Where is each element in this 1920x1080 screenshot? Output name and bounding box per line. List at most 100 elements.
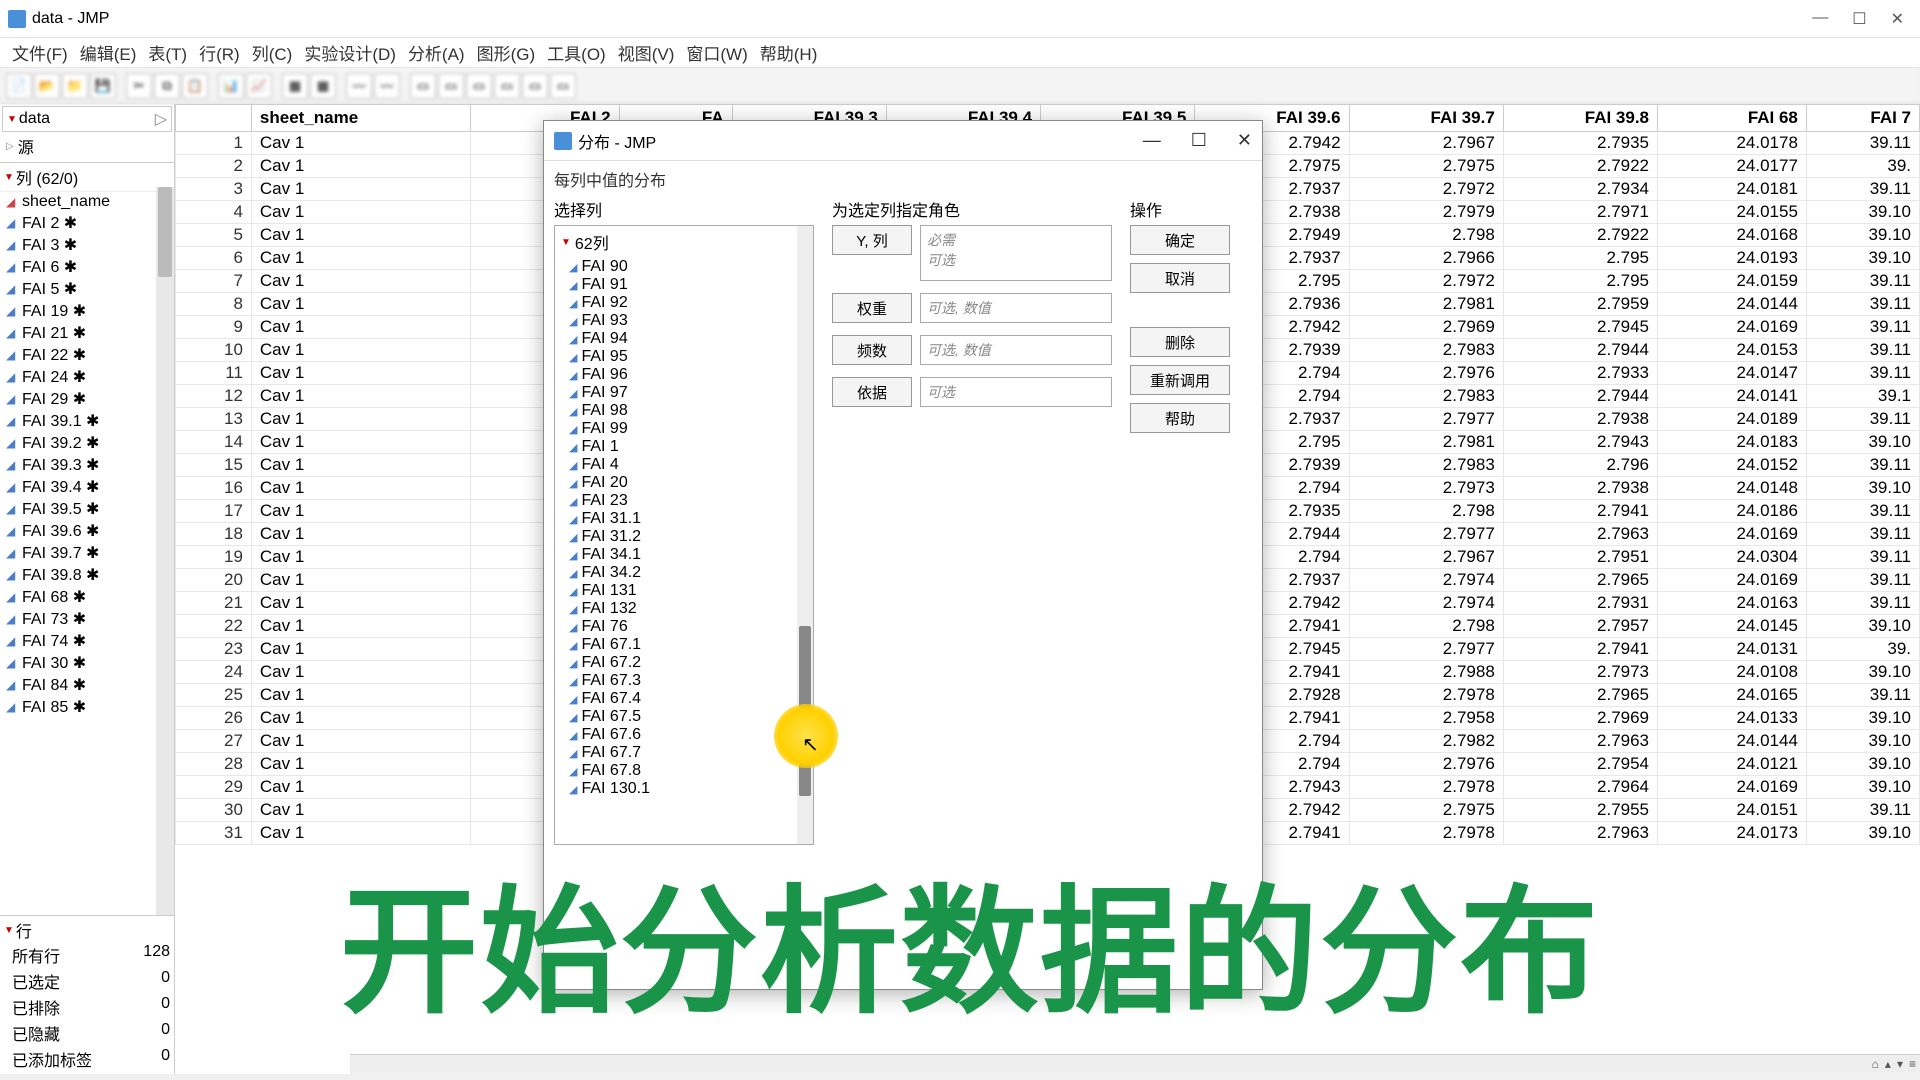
grid-cell[interactable]: 25 [176, 684, 252, 707]
grid-cell[interactable]: 2.7972 [1349, 270, 1503, 293]
grid-cell[interactable]: 2.7972 [1349, 178, 1503, 201]
grid-cell[interactable]: Cav 1 [251, 822, 470, 845]
toolbar-paste-icon[interactable]: 📋 [182, 73, 208, 99]
grid-cell[interactable]: Cav 1 [251, 638, 470, 661]
grid-cell[interactable]: 39.11 [1806, 523, 1919, 546]
grid-cell[interactable]: 24.0108 [1658, 661, 1807, 684]
grid-cell[interactable]: 2.7941 [1503, 638, 1657, 661]
grid-cell[interactable]: Cav 1 [251, 339, 470, 362]
grid-cell[interactable]: 2.7922 [1503, 155, 1657, 178]
sidebar-col-item[interactable]: ◢FAI 19 ✱ [0, 300, 174, 322]
sidebar-col-item[interactable]: ◢FAI 6 ✱ [0, 256, 174, 278]
menu-graph[interactable]: 图形(G) [473, 38, 540, 67]
toolbar-copy-icon[interactable]: ⧉ [154, 73, 180, 99]
scroll-home-icon[interactable]: ⌂ [1872, 1057, 1879, 1071]
grid-cell[interactable]: 39. [1806, 638, 1919, 661]
grid-cell[interactable]: 39.11 [1806, 569, 1919, 592]
sidebar-source[interactable]: ▷ 源 [2, 132, 172, 160]
sidebar-col-item[interactable]: ◢FAI 39.7 ✱ [0, 542, 174, 564]
listbox-item[interactable]: ◢FAI 31.2 [569, 528, 813, 546]
grid-cell[interactable]: 39.10 [1806, 707, 1919, 730]
sidebar-col-item[interactable]: ◢FAI 2 ✱ [0, 212, 174, 234]
grid-cell[interactable]: Cav 1 [251, 569, 470, 592]
sidebar-col-item[interactable]: ◢FAI 29 ✱ [0, 388, 174, 410]
grid-cell[interactable]: 39.10 [1806, 615, 1919, 638]
grid-cell[interactable]: 2.7975 [1349, 799, 1503, 822]
action-button[interactable]: 重新调用 [1130, 365, 1230, 395]
grid-cell[interactable]: 24.0189 [1658, 408, 1807, 431]
grid-cell[interactable]: 39.11 [1806, 500, 1919, 523]
menu-window[interactable]: 窗口(W) [682, 38, 751, 67]
grid-cell[interactable]: 2.7957 [1503, 615, 1657, 638]
grid-cell[interactable]: 2.7935 [1503, 132, 1657, 155]
toolbar-fit-icon[interactable]: 📈 [246, 73, 272, 99]
grid-cell[interactable]: 39. [1806, 155, 1919, 178]
menu-row[interactable]: 行(R) [195, 38, 244, 67]
grid-cell[interactable]: 19 [176, 546, 252, 569]
grid-cell[interactable]: 24.0151 [1658, 799, 1807, 822]
grid-cell[interactable]: 2.7969 [1503, 707, 1657, 730]
grid-cell[interactable]: 2.798 [1349, 224, 1503, 247]
grid-cell[interactable]: 28 [176, 753, 252, 776]
grid-cell[interactable]: 39.11 [1806, 316, 1919, 339]
grid-cell[interactable]: 39.10 [1806, 753, 1919, 776]
grid-cell[interactable]: 6 [176, 247, 252, 270]
dialog-maximize-button[interactable]: ☐ [1191, 130, 1207, 151]
grid-cell[interactable]: 2 [176, 155, 252, 178]
grid-cell[interactable]: 2.7983 [1349, 339, 1503, 362]
grid-cell[interactable]: 39.11 [1806, 132, 1919, 155]
toolbar-cut-icon[interactable]: ✂ [126, 73, 152, 99]
listbox-item[interactable]: ◢FAI 98 [569, 402, 813, 420]
grid-cell[interactable]: 2.7944 [1503, 385, 1657, 408]
listbox-item[interactable]: ◢FAI 93 [569, 312, 813, 330]
grid-cell[interactable]: 13 [176, 408, 252, 431]
toolbar-new-icon[interactable]: 📄 [6, 73, 32, 99]
grid-cell[interactable]: 24.0193 [1658, 247, 1807, 270]
grid-cell[interactable]: 39.11 [1806, 339, 1919, 362]
grid-cell[interactable]: Cav 1 [251, 293, 470, 316]
grid-cell[interactable]: 2.7933 [1503, 362, 1657, 385]
grid-cell[interactable]: 2.7973 [1503, 661, 1657, 684]
grid-cell[interactable]: 24.0121 [1658, 753, 1807, 776]
grid-cell[interactable]: Cav 1 [251, 730, 470, 753]
grid-cell[interactable]: Cav 1 [251, 201, 470, 224]
grid-cell[interactable]: 15 [176, 454, 252, 477]
grid-cell[interactable]: 2.7965 [1503, 684, 1657, 707]
grid-cell[interactable]: 3 [176, 178, 252, 201]
grid-cell[interactable]: 21 [176, 592, 252, 615]
grid-cell[interactable]: Cav 1 [251, 500, 470, 523]
grid-cell[interactable]: 22 [176, 615, 252, 638]
close-button[interactable]: ✕ [1891, 9, 1904, 29]
grid-cell[interactable]: 4 [176, 201, 252, 224]
action-button[interactable]: 取消 [1130, 263, 1230, 293]
grid-cell[interactable]: 24.0183 [1658, 431, 1807, 454]
grid-cell[interactable]: 29 [176, 776, 252, 799]
listbox-item[interactable]: ◢FAI 67.4 [569, 690, 813, 708]
sidebar-col-item[interactable]: ◢FAI 5 ✱ [0, 278, 174, 300]
menu-doe[interactable]: 实验设计(D) [300, 38, 400, 67]
sidebar-col-item[interactable]: ◢FAI 22 ✱ [0, 344, 174, 366]
grid-cell[interactable]: 2.7966 [1349, 247, 1503, 270]
toolbar-ex5-icon[interactable]: ▭ [522, 73, 548, 99]
grid-cell[interactable]: 2.7963 [1503, 730, 1657, 753]
sidebar-rows-header[interactable]: ▼ 行 [4, 918, 170, 942]
dialog-minimize-button[interactable]: — [1143, 130, 1161, 151]
grid-cell[interactable]: 2.7976 [1349, 362, 1503, 385]
sidebar-col-item[interactable]: ◢FAI 84 ✱ [0, 674, 174, 696]
toolbar-ex3-icon[interactable]: ▭ [466, 73, 492, 99]
grid-cell[interactable]: 2.7971 [1503, 201, 1657, 224]
toolbar-chart2-icon[interactable]: 〰 [374, 73, 400, 99]
grid-cell[interactable]: Cav 1 [251, 684, 470, 707]
grid-cell[interactable]: 39.11 [1806, 270, 1919, 293]
listbox-item[interactable]: ◢FAI 67.3 [569, 672, 813, 690]
grid-cell[interactable]: 24.0169 [1658, 776, 1807, 799]
grid-cell[interactable]: 39.10 [1806, 224, 1919, 247]
toolbar-grid2-icon[interactable]: ▦ [310, 73, 336, 99]
grid-h-scrollbar[interactable]: ⌂ ▴ ▾ ≡ [350, 1054, 1920, 1074]
grid-cell[interactable]: 20 [176, 569, 252, 592]
role-field[interactable]: 可选 [920, 377, 1112, 407]
grid-cell[interactable]: 39.10 [1806, 431, 1919, 454]
grid-cell[interactable]: Cav 1 [251, 615, 470, 638]
grid-cell[interactable]: 24.0147 [1658, 362, 1807, 385]
sidebar-col-item[interactable]: ◢FAI 73 ✱ [0, 608, 174, 630]
